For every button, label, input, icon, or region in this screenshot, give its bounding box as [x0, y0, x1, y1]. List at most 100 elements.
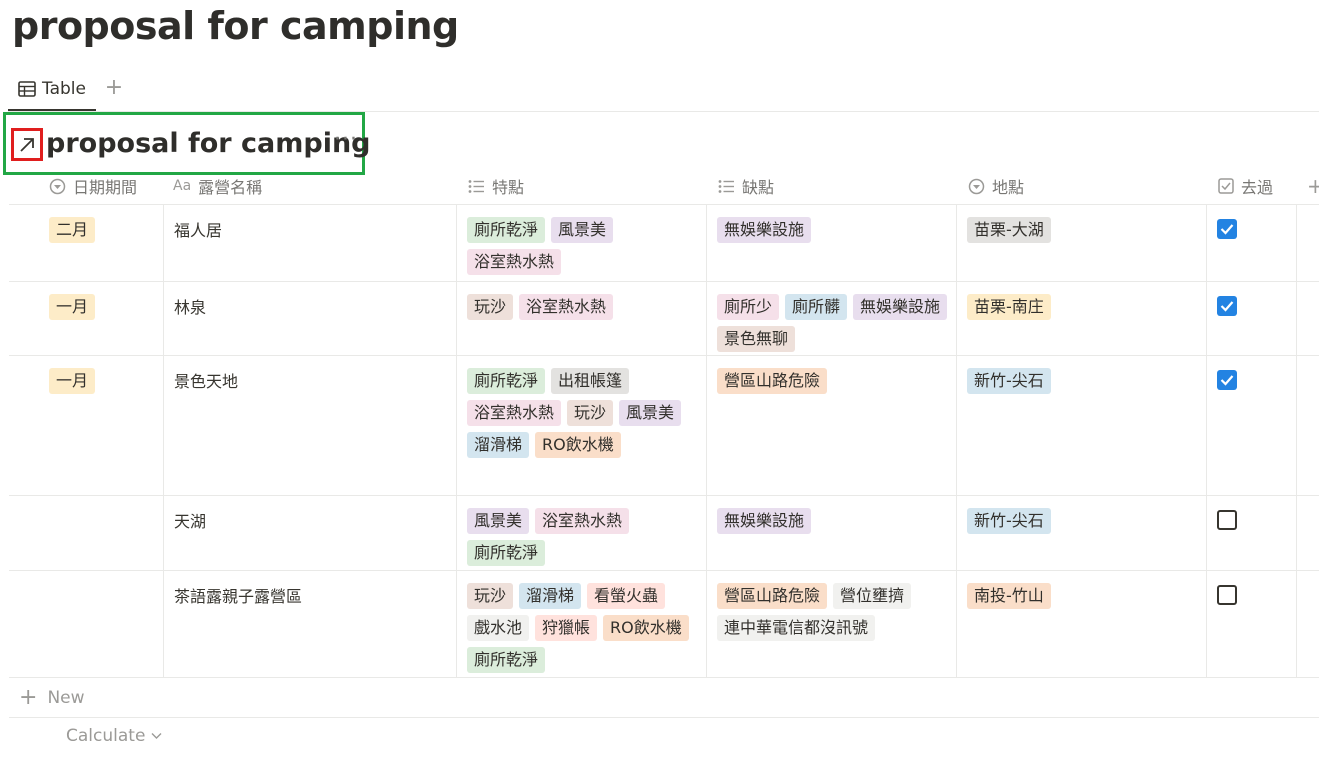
cell-name[interactable]: 林泉 [164, 282, 457, 355]
feature-tag[interactable]: 廁所乾淨 [467, 647, 546, 673]
cell-location[interactable]: 新竹-尖石 [957, 496, 1207, 570]
cell-location[interactable]: 南投-竹山 [957, 571, 1207, 677]
date-tags: 一月 [49, 294, 157, 320]
camp-name: 福人居 [174, 221, 223, 240]
camp-name: 景色天地 [174, 372, 239, 391]
visited-checkbox[interactable] [1217, 296, 1237, 316]
feature-tag[interactable]: 浴室熱水熱 [535, 508, 630, 534]
cell-features[interactable]: 廁所乾淨 風景美浴室熱水熱 [457, 205, 707, 281]
column-header-features[interactable]: 特點 [468, 168, 524, 204]
date-tag[interactable]: 二月 [49, 217, 96, 243]
cell-features[interactable]: 廁所乾淨 出租帳篷浴室熱水熱 玩沙 風景美溜滑梯 RO飲水機 [457, 356, 707, 495]
tab-table[interactable]: Table [8, 68, 96, 111]
cell-date[interactable] [9, 571, 164, 677]
database-title[interactable]: proposal for camping [46, 128, 371, 159]
feature-tag[interactable]: RO飲水機 [603, 615, 689, 641]
camp-name: 茶語露親子露營區 [174, 587, 303, 606]
feature-tag[interactable]: 廁所乾淨 [467, 217, 546, 243]
cons-tag[interactable]: 無娛樂設施 [853, 294, 948, 320]
calculate-button[interactable]: Calculate [66, 726, 162, 746]
location-tag[interactable]: 苗栗-南庄 [967, 294, 1051, 320]
checkbox-icon [1218, 178, 1234, 194]
feature-tag[interactable]: 玩沙 [467, 583, 514, 609]
feature-tag[interactable]: 戲水池 [467, 615, 530, 641]
cell-name[interactable]: 景色天地 [164, 356, 457, 495]
feature-tag[interactable]: 出租帳篷 [551, 368, 630, 394]
cons-tag[interactable]: 廁所髒 [785, 294, 848, 320]
feature-tag[interactable]: 溜滑梯 [467, 432, 530, 458]
feature-tag[interactable]: 玩沙 [567, 400, 614, 426]
open-as-page-button[interactable] [11, 128, 43, 161]
table-row: 一月 林泉 玩沙 浴室熱水熱 廁所少 廁所髒 無娛樂設施 景色無聊 苗栗-南庄 [9, 282, 1319, 356]
visited-checkbox[interactable] [1217, 370, 1237, 390]
cons-tag[interactable]: 無娛樂設施 [717, 508, 812, 534]
cell-cons[interactable]: 營區山路危險 [707, 356, 957, 495]
cons-tag[interactable]: 無娛樂設施 [717, 217, 812, 243]
feature-tag[interactable]: 浴室熱水熱 [519, 294, 614, 320]
cons-tag[interactable]: 營位壅擠 [833, 583, 912, 609]
visited-checkbox[interactable] [1217, 585, 1237, 605]
feature-tag[interactable]: 溜滑梯 [519, 583, 582, 609]
feature-tags: 玩沙 浴室熱水熱 [467, 294, 700, 320]
location-tag[interactable]: 苗栗-大湖 [967, 217, 1051, 243]
more-options-button[interactable]: ··· [334, 127, 358, 152]
column-header-visited[interactable]: 去過 [1218, 168, 1273, 204]
column-header-name[interactable]: Aa 露營名稱 [173, 168, 262, 204]
calculate-label: Calculate [66, 726, 146, 746]
date-tags: 二月 [49, 217, 157, 243]
visited-checkbox[interactable] [1217, 219, 1237, 239]
cell-features[interactable]: 風景美 浴室熱水熱廁所乾淨 [457, 496, 707, 570]
add-column-button[interactable]: + [1307, 168, 1319, 204]
add-view-button[interactable]: + [102, 74, 126, 102]
cell-date[interactable]: 二月 [9, 205, 164, 281]
camp-name: 林泉 [174, 298, 207, 317]
feature-tag[interactable]: 狩獵帳 [535, 615, 598, 641]
feature-tag[interactable]: 廁所乾淨 [467, 540, 546, 566]
cell-location[interactable]: 苗栗-南庄 [957, 282, 1207, 355]
cell-features[interactable]: 玩沙 浴室熱水熱 [457, 282, 707, 355]
feature-tag[interactable]: 風景美 [551, 217, 614, 243]
cell-name[interactable]: 茶語露親子露營區 [164, 571, 457, 677]
cell-date[interactable]: 一月 [9, 356, 164, 495]
cell-location[interactable]: 苗栗-大湖 [957, 205, 1207, 281]
location-tag[interactable]: 南投-竹山 [967, 583, 1051, 609]
column-header-cons[interactable]: 缺點 [718, 168, 774, 204]
cell-name[interactable]: 天湖 [164, 496, 457, 570]
new-row-button[interactable]: + New [9, 678, 1319, 718]
cell-cons[interactable]: 營區山路危險 營位壅擠連中華電信都沒訊號 [707, 571, 957, 677]
feature-tag[interactable]: RO飲水機 [535, 432, 621, 458]
feature-tag[interactable]: 廁所乾淨 [467, 368, 546, 394]
visited-checkbox[interactable] [1217, 510, 1237, 530]
cons-tag[interactable]: 廁所少 [717, 294, 780, 320]
select-icon [968, 178, 985, 195]
feature-tag[interactable]: 玩沙 [467, 294, 514, 320]
cons-tag[interactable]: 營區山路危險 [717, 583, 828, 609]
cons-tag[interactable]: 景色無聊 [717, 326, 796, 352]
date-tag[interactable]: 一月 [49, 294, 96, 320]
cell-cons[interactable]: 無娛樂設施 [707, 496, 957, 570]
page-title: proposal for camping [12, 4, 459, 48]
cell-features[interactable]: 玩沙 溜滑梯 看螢火蟲戲水池 狩獵帳 RO飲水機廁所乾淨 [457, 571, 707, 677]
cell-visited [1207, 571, 1297, 677]
table-row: 天湖 風景美 浴室熱水熱 廁所乾淨 無娛樂設施 新竹-尖石 [9, 496, 1319, 571]
database-header-highlight: proposal for camping ··· [3, 112, 371, 175]
column-header-date[interactable]: 日期期間 [49, 168, 137, 204]
location-tag[interactable]: 新竹-尖石 [967, 508, 1051, 534]
cell-name[interactable]: 福人居 [164, 205, 457, 281]
column-header-location[interactable]: 地點 [968, 168, 1024, 204]
feature-tag[interactable]: 看螢火蟲 [587, 583, 666, 609]
feature-tag[interactable]: 浴室熱水熱 [467, 400, 562, 426]
date-tag[interactable]: 一月 [49, 368, 96, 394]
cell-visited [1207, 356, 1297, 495]
feature-tag[interactable]: 風景美 [467, 508, 530, 534]
feature-tag[interactable]: 風景美 [619, 400, 682, 426]
cell-cons[interactable]: 廁所少 廁所髒 無娛樂設施景色無聊 [707, 282, 957, 355]
cell-location[interactable]: 新竹-尖石 [957, 356, 1207, 495]
location-tag[interactable]: 新竹-尖石 [967, 368, 1051, 394]
cons-tag[interactable]: 連中華電信都沒訊號 [717, 615, 876, 641]
cons-tag[interactable]: 營區山路危險 [717, 368, 828, 394]
cell-date[interactable] [9, 496, 164, 570]
feature-tag[interactable]: 浴室熱水熱 [467, 249, 562, 275]
cell-date[interactable]: 一月 [9, 282, 164, 355]
cell-cons[interactable]: 無娛樂設施 [707, 205, 957, 281]
